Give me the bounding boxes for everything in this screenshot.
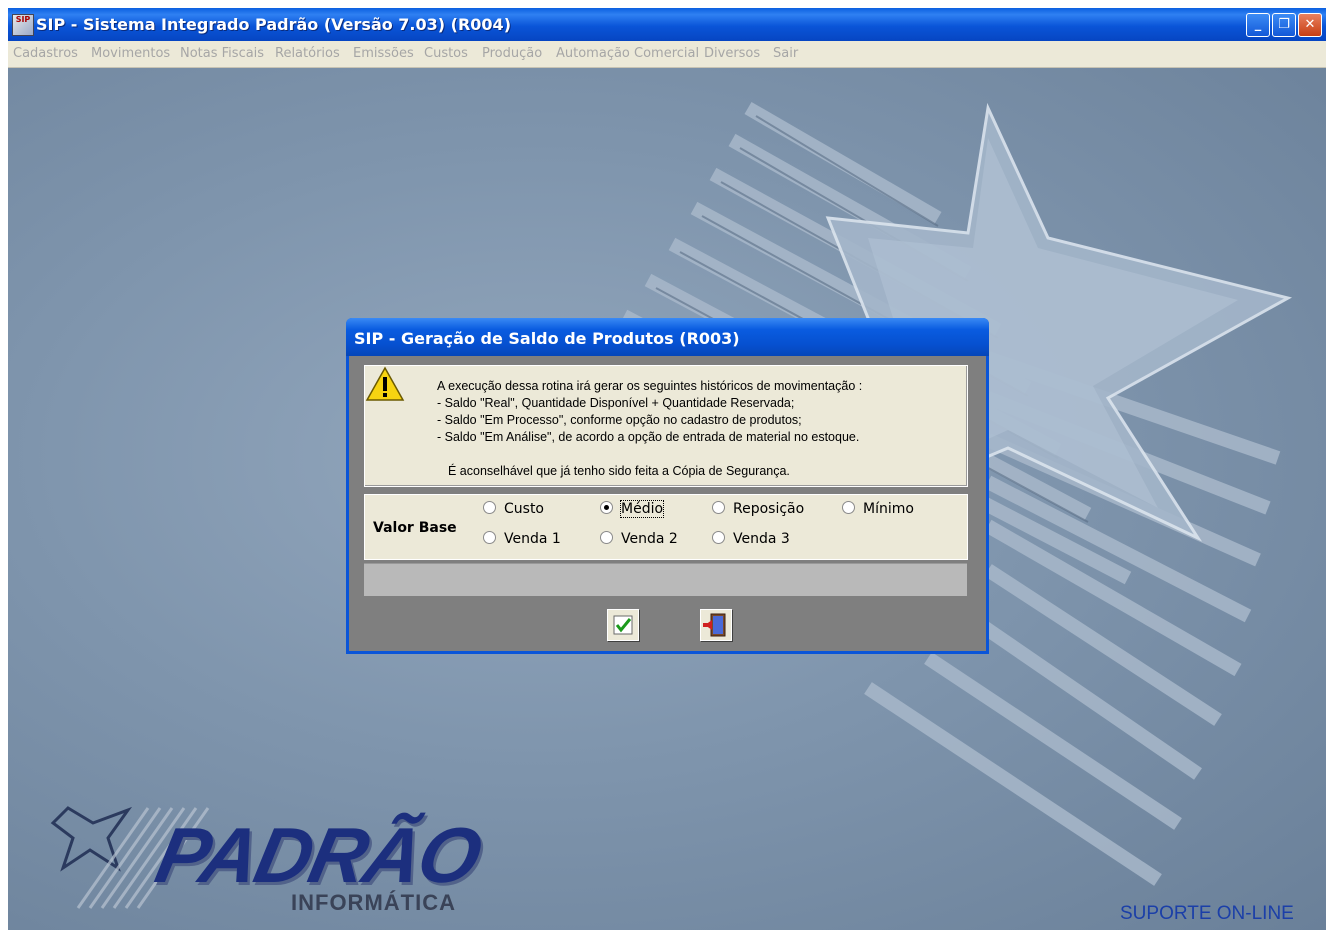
radio-venda-3-label: Venda 3 — [733, 531, 790, 547]
radio-custo-circle[interactable] — [483, 501, 496, 514]
menu-relatorios[interactable]: Relatórios — [275, 46, 340, 61]
radio-venda-3-circle[interactable] — [712, 531, 725, 544]
radio-venda-1-label: Venda 1 — [504, 531, 561, 547]
radio-medio[interactable]: Médio — [600, 500, 665, 518]
radio-custo-label: Custo — [504, 501, 544, 517]
dialog-title: SIP - Geração de Saldo de Produtos (R003… — [354, 329, 740, 348]
message-line-4: - Saldo "Em Análise", de acordo a opção … — [437, 430, 860, 444]
menu-movimentos[interactable]: Movimentos — [91, 46, 170, 61]
valor-base-label: Valor Base — [373, 520, 457, 536]
radio-reposicao-label: Reposição — [733, 501, 805, 517]
menu-emissoes[interactable]: Emissões — [353, 46, 414, 61]
message-panel: A execução dessa rotina irá gerar os seg… — [364, 365, 968, 487]
warning-icon — [365, 366, 405, 401]
window-title: SIP - Sistema Integrado Padrão (Versão 7… — [36, 15, 511, 34]
radio-medio-circle[interactable] — [600, 501, 613, 514]
support-online-link[interactable]: SUPORTE ON-LINE — [1120, 903, 1294, 925]
radio-custo[interactable]: Custo — [483, 501, 544, 517]
menu-bar: Cadastros Movimentos Notas Fiscais Relat… — [8, 41, 1326, 68]
radio-reposicao[interactable]: Reposição — [712, 501, 804, 517]
menu-diversos[interactable]: Diversos — [704, 46, 760, 61]
menu-sair[interactable]: Sair — [773, 46, 798, 61]
dialog-body: A execução dessa rotina irá gerar os seg… — [349, 356, 986, 651]
radio-venda-1-circle[interactable] — [483, 531, 496, 544]
menu-custos[interactable]: Custos — [424, 46, 468, 61]
logo-subtitle: INFORMÁTICA — [291, 890, 456, 915]
dialog-title-bar[interactable]: SIP - Geração de Saldo de Produtos (R003… — [346, 318, 989, 356]
message-line-2: - Saldo "Real", Quantidade Disponível + … — [437, 396, 795, 410]
desktop-workspace: PADRÃO INFORMÁTICA SUPORTE ON-LINE SIP -… — [8, 68, 1326, 930]
valor-base-options: Valor Base Custo Médio Reposição Mínimo … — [364, 494, 968, 560]
message-line-3: - Saldo "Em Processo", conforme opção no… — [437, 413, 802, 427]
radio-minimo-circle[interactable] — [842, 501, 855, 514]
status-panel — [364, 563, 967, 596]
minimize-button[interactable]: _ — [1246, 13, 1270, 37]
radio-venda-2-circle[interactable] — [600, 531, 613, 544]
radio-venda-3[interactable]: Venda 3 — [712, 531, 790, 547]
menu-cadastros[interactable]: Cadastros — [13, 46, 78, 61]
check-icon — [613, 615, 633, 635]
menu-producao[interactable]: Produção — [482, 46, 542, 61]
title-bar[interactable]: SIP SIP - Sistema Integrado Padrão (Vers… — [8, 8, 1326, 41]
confirm-button[interactable] — [607, 609, 639, 641]
menu-automacao-comercial[interactable]: Automação Comercial — [556, 46, 699, 61]
message-line-5: É aconselhável que já tenho sido feita a… — [448, 464, 790, 478]
radio-reposicao-circle[interactable] — [712, 501, 725, 514]
exit-door-icon — [703, 613, 726, 637]
radio-venda-1[interactable]: Venda 1 — [483, 531, 561, 547]
radio-medio-label: Médio — [619, 500, 665, 518]
menu-notas-fiscais[interactable]: Notas Fiscais — [180, 46, 264, 61]
radio-minimo[interactable]: Mínimo — [842, 501, 914, 517]
radio-minimo-label: Mínimo — [863, 501, 914, 517]
exit-button[interactable] — [700, 609, 732, 641]
generate-balance-dialog: SIP - Geração de Saldo de Produtos (R003… — [346, 318, 989, 654]
message-line-1: A execução dessa rotina irá gerar os seg… — [437, 379, 863, 393]
padrao-logo: PADRÃO — [148, 811, 488, 899]
app-icon[interactable]: SIP — [12, 14, 34, 36]
close-button[interactable]: ✕ — [1298, 13, 1322, 37]
radio-venda-2[interactable]: Venda 2 — [600, 531, 678, 547]
main-window: SIP SIP - Sistema Integrado Padrão (Vers… — [8, 8, 1326, 930]
restore-button[interactable]: ❐ — [1272, 13, 1296, 37]
radio-venda-2-label: Venda 2 — [621, 531, 678, 547]
